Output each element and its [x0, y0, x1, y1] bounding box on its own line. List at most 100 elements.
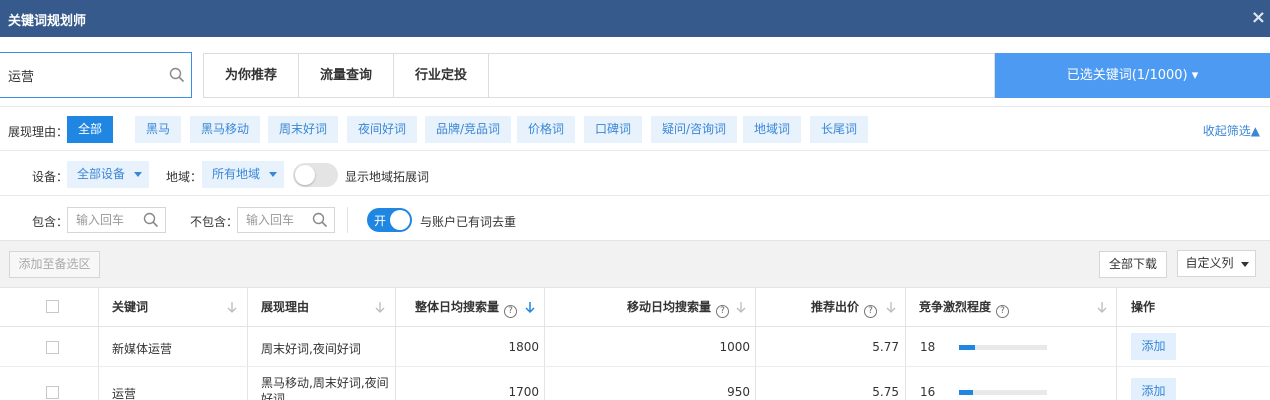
- row-checkbox[interactable]: [46, 341, 59, 354]
- table-toolbar: 添加至备选区 全部下载 自定义列: [0, 240, 1270, 287]
- reason-chip-night[interactable]: 夜间好词: [347, 116, 418, 143]
- reason-filter-label: 展现理由：: [8, 125, 69, 139]
- help-icon[interactable]: ?: [864, 305, 878, 318]
- header-competition[interactable]: 竞争激烈程度?: [919, 288, 1010, 326]
- row-total-search: 1700: [508, 385, 539, 399]
- table-row: 新媒体运营 周末好词,夜间好词 1800 1000 5.77 18 添加: [0, 327, 1270, 367]
- tab-traffic-query[interactable]: 流量查询: [299, 54, 395, 97]
- exclude-label: 不包含：: [190, 215, 239, 229]
- add-keyword-button[interactable]: 添加: [1131, 378, 1176, 400]
- device-dropdown-value: 全部设备: [77, 167, 126, 181]
- divider: [347, 207, 348, 233]
- row-competition: 18: [920, 340, 936, 354]
- sort-arrow-icon[interactable]: [885, 301, 897, 314]
- divider: [0, 195, 1270, 196]
- device-dropdown[interactable]: 全部设备: [67, 161, 150, 188]
- search-icon[interactable]: [169, 67, 185, 83]
- exclude-box[interactable]: [237, 207, 335, 233]
- reason-chip-all[interactable]: 全部: [67, 116, 114, 143]
- row-reason: 黑马移动,周末好词,夜间好词: [261, 376, 389, 400]
- custom-columns-button[interactable]: 自定义列: [1177, 250, 1256, 277]
- reason-chip-brand[interactable]: 品牌/竞品词: [425, 116, 512, 143]
- region-expand-label: 显示地域拓展词: [345, 170, 430, 184]
- sort-arrow-icon[interactable]: [226, 301, 238, 314]
- divider: [0, 106, 1270, 107]
- header-total-search[interactable]: 整体日均搜索量?: [415, 288, 518, 326]
- tab-industry[interactable]: 行业定投: [394, 54, 490, 97]
- table-row: 运营 黑马移动,周末好词,夜间好词 1700 950 5.75 16 添加: [0, 367, 1270, 400]
- reason-chip-question[interactable]: 疑问/咨询词: [651, 116, 738, 143]
- reason-chip-dark-horse[interactable]: 黑马: [135, 116, 182, 143]
- search-icon[interactable]: [143, 212, 159, 228]
- competition-bar: [959, 345, 1047, 350]
- include-input[interactable]: [76, 212, 138, 228]
- dedupe-label: 与账户已有词去重: [420, 215, 517, 229]
- help-icon[interactable]: ?: [996, 305, 1010, 318]
- dedupe-toggle-text: 开: [374, 214, 387, 228]
- search-icon[interactable]: [312, 212, 328, 228]
- region-dropdown-value: 所有地域: [212, 167, 261, 181]
- reason-chip-reputation[interactable]: 口碑词: [584, 116, 643, 143]
- reason-chip-dark-horse-mobile[interactable]: 黑马移动: [190, 116, 261, 143]
- region-dropdown[interactable]: 所有地域: [202, 161, 285, 188]
- caret-down-icon: [1241, 262, 1249, 267]
- row-total-search: 1800: [508, 340, 539, 354]
- reason-chip-region[interactable]: 地域词: [743, 116, 802, 143]
- add-keyword-button[interactable]: 添加: [1131, 333, 1176, 360]
- keyword-search-input[interactable]: [8, 65, 158, 85]
- divider: [0, 150, 1270, 151]
- keyword-search-box[interactable]: [0, 52, 192, 98]
- device-label: 设备：: [32, 170, 69, 184]
- selected-keywords-button[interactable]: 已选关键词(1/1000) ▾: [995, 53, 1270, 98]
- select-all-checkbox[interactable]: [46, 300, 59, 313]
- row-keyword: 运营: [112, 387, 137, 400]
- header-action: 操作: [1131, 300, 1156, 314]
- region-expand-toggle[interactable]: [293, 163, 338, 187]
- exclude-input[interactable]: [246, 212, 308, 228]
- reason-chip-weekend[interactable]: 周末好词: [268, 116, 339, 143]
- tab-recommend[interactable]: 为你推荐: [204, 54, 300, 97]
- caret-down-icon: [269, 172, 278, 177]
- close-icon[interactable]: ×: [1251, 7, 1266, 28]
- row-bid: 5.77: [872, 340, 899, 354]
- reason-chip-price[interactable]: 价格词: [517, 116, 576, 143]
- selected-keywords-label: 已选关键词(1/1000): [1066, 68, 1188, 83]
- include-label: 包含：: [32, 215, 69, 229]
- competition-bar-fill: [959, 345, 975, 350]
- window-title: 关键词规划师: [8, 14, 87, 29]
- chevron-down-icon: ▾: [1191, 68, 1199, 83]
- header-total-search-label: 整体日均搜索量: [415, 300, 500, 314]
- header-bid-label: 推荐出价: [811, 300, 860, 314]
- custom-columns-label: 自定义列: [1185, 256, 1234, 270]
- sort-arrow-icon[interactable]: [735, 301, 747, 314]
- row-mobile-search: 950: [727, 385, 750, 399]
- sort-arrow-active-icon[interactable]: [524, 301, 536, 314]
- header-bid[interactable]: 推荐出价?: [811, 288, 878, 326]
- help-icon[interactable]: ?: [716, 305, 730, 318]
- header-reason[interactable]: 展现理由: [261, 288, 309, 326]
- header-mobile-search-label: 移动日均搜索量: [627, 300, 712, 314]
- toggle-knob: [390, 210, 410, 230]
- download-all-button[interactable]: 全部下载: [1099, 251, 1167, 278]
- collapse-filter-link[interactable]: 收起筛选▲: [1203, 122, 1260, 139]
- sort-arrow-icon[interactable]: [374, 301, 386, 314]
- row-mobile-search: 1000: [719, 340, 750, 354]
- sort-arrow-icon[interactable]: [1096, 301, 1108, 314]
- header-keyword[interactable]: 关键词: [112, 288, 148, 326]
- include-box[interactable]: [67, 207, 166, 233]
- header-mobile-search[interactable]: 移动日均搜索量?: [627, 288, 730, 326]
- add-to-pool-button[interactable]: 添加至备选区: [9, 251, 100, 278]
- help-icon[interactable]: ?: [504, 305, 518, 318]
- caret-down-icon: [134, 172, 143, 177]
- table-header: 关键词 展现理由 整体日均搜索量? 移动日均搜索量? 推荐出价? 竞争激烈程度?…: [0, 287, 1270, 327]
- row-checkbox[interactable]: [46, 386, 59, 399]
- window-titlebar: 关键词规划师 ×: [0, 0, 1270, 37]
- row-competition: 16: [920, 385, 936, 399]
- row-bid: 5.75: [872, 385, 899, 399]
- dedupe-toggle[interactable]: 开: [367, 208, 412, 232]
- header-competition-label: 竞争激烈程度: [919, 300, 992, 314]
- reason-chip-long-tail[interactable]: 长尾词: [810, 116, 869, 143]
- toggle-knob: [295, 165, 315, 185]
- competition-bar-fill: [959, 390, 974, 395]
- competition-bar: [959, 390, 1047, 395]
